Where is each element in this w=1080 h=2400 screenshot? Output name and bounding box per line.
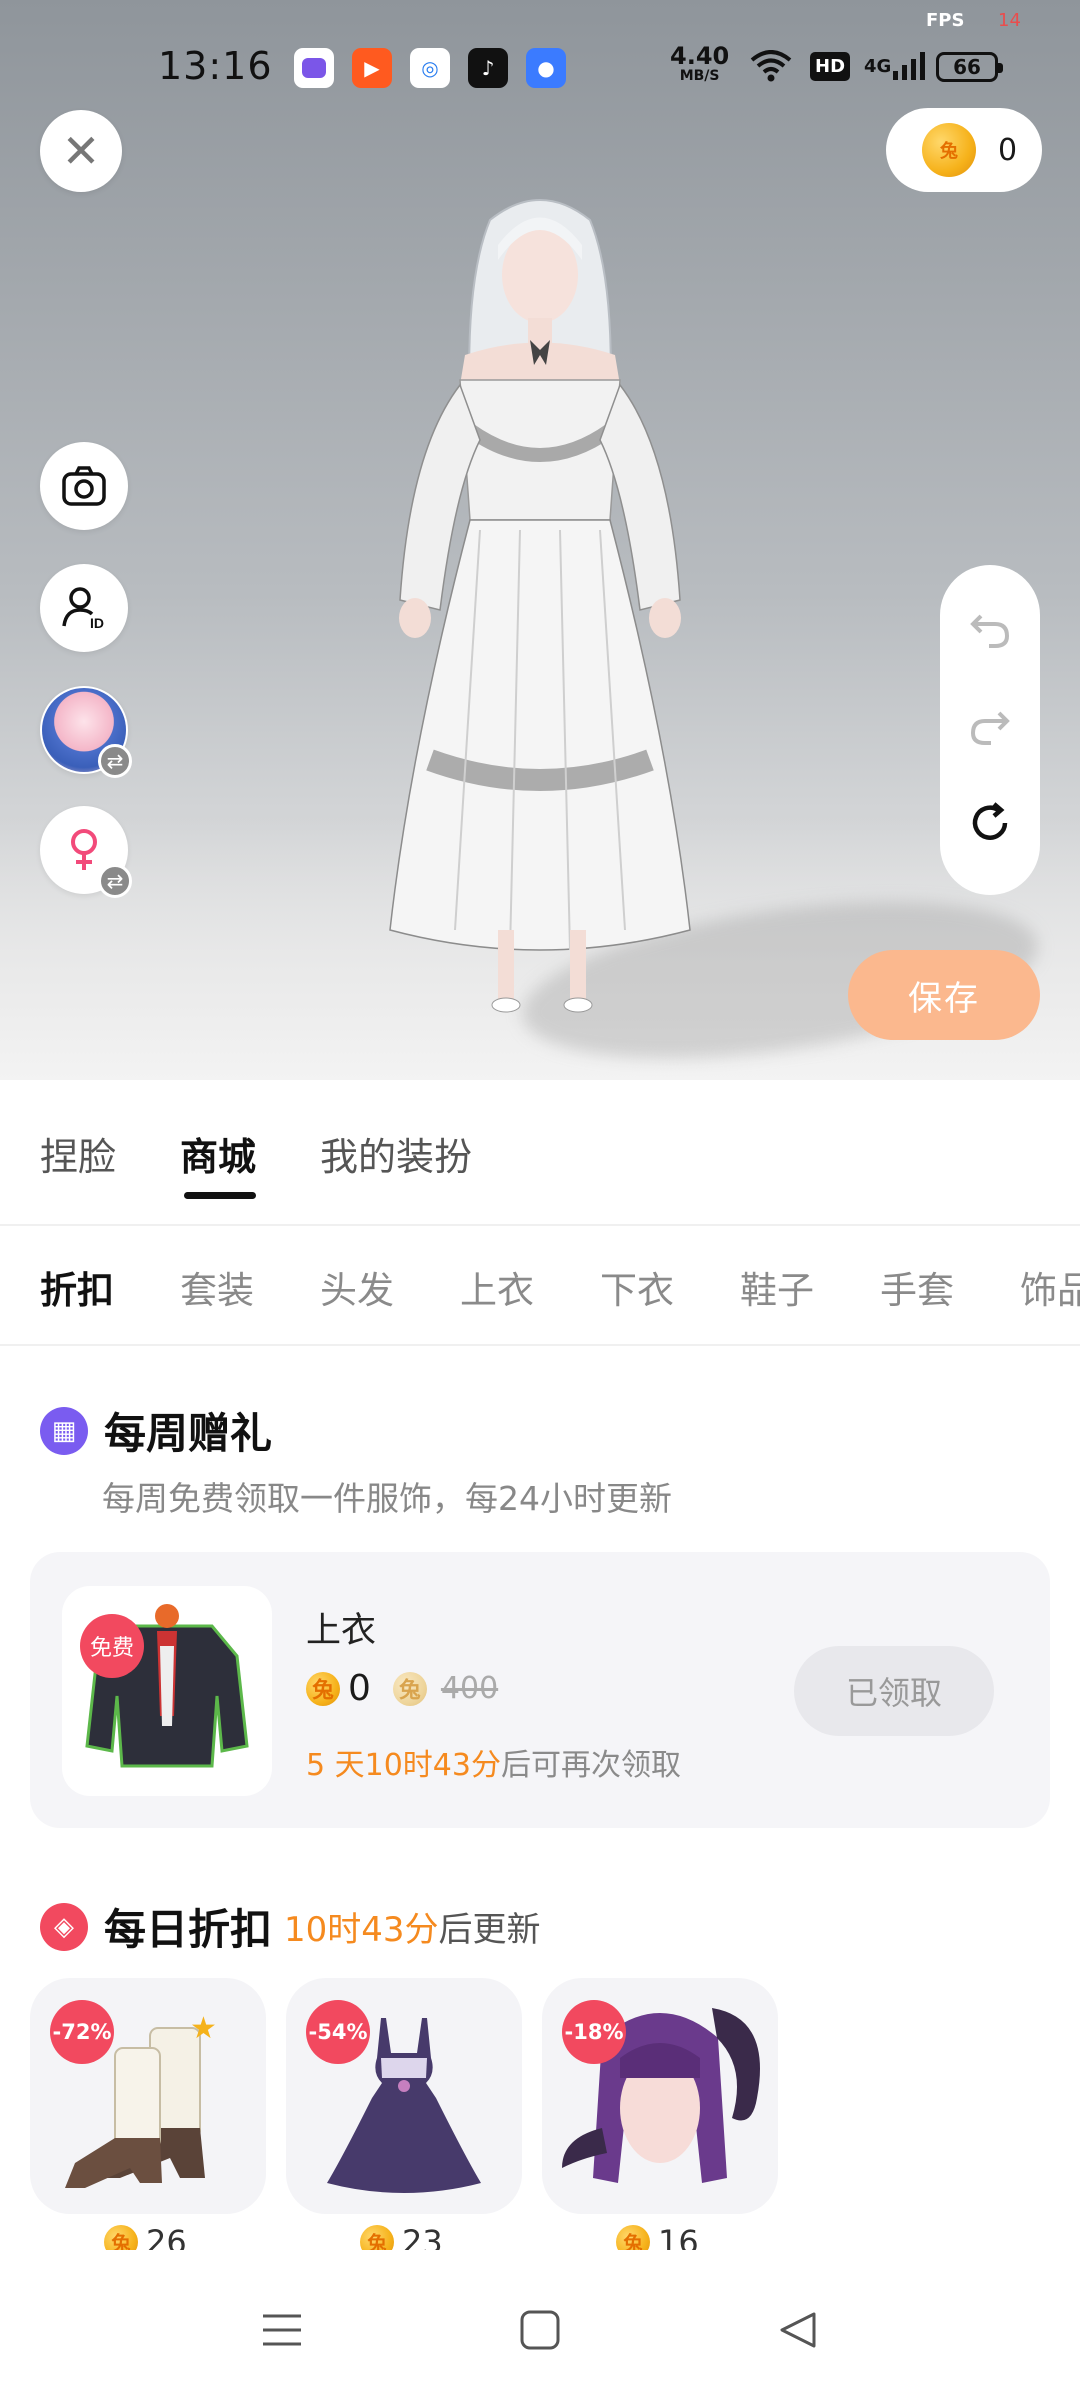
svg-text:★: ★ xyxy=(190,2011,217,2046)
weekly-gift-subtitle: 每周免费领取一件服饰，每24小时更新 xyxy=(102,1479,672,1518)
back-icon[interactable] xyxy=(768,2300,828,2360)
app-notification-icon xyxy=(294,48,334,88)
avatar-character xyxy=(389,199,691,1013)
category-tab-discount[interactable]: 折扣 xyxy=(40,1260,114,1314)
category-tab-accessories[interactable]: 饰品 xyxy=(1020,1260,1080,1314)
category-tab-gloves[interactable]: 手套 xyxy=(880,1260,954,1314)
coin-icon xyxy=(392,1671,427,1706)
category-tab-tops[interactable]: 上衣 xyxy=(460,1260,534,1314)
reset-icon[interactable] xyxy=(967,800,1013,854)
menu-icon[interactable] xyxy=(252,2300,312,2360)
gift-original-price: 400 xyxy=(440,1671,499,1706)
history-controls xyxy=(940,565,1040,895)
discount-badge: -72% xyxy=(50,2000,114,2064)
redo-icon[interactable] xyxy=(967,703,1013,757)
daily-discount-countdown: 10时43分后更新 xyxy=(284,1910,541,1950)
coin-balance[interactable]: 0 xyxy=(886,108,1042,192)
free-badge: 免费 xyxy=(80,1614,144,1678)
tag-icon: ◈ xyxy=(40,1902,88,1951)
system-nav-bar xyxy=(0,2250,1080,2400)
svg-text:ID: ID xyxy=(90,615,104,631)
category-tab-sets[interactable]: 套装 xyxy=(180,1260,254,1314)
jacket-item-image: 免费 xyxy=(62,1586,272,1796)
switch-gender-button[interactable]: ⇄ xyxy=(40,806,132,898)
coin-icon xyxy=(306,1671,340,1706)
search-app-notification-icon: ◎ xyxy=(410,48,450,88)
daily-discount-header: ◈ 每日折扣 10时43分后更新 xyxy=(40,1896,541,1957)
close-button[interactable]: ✕ xyxy=(40,110,122,192)
discount-badge: -18% xyxy=(562,2000,626,2064)
fps-value: 14 xyxy=(998,10,1021,31)
swap-icon: ⇄ xyxy=(98,744,132,778)
close-icon: ✕ xyxy=(61,124,101,178)
undo-icon[interactable] xyxy=(967,606,1013,660)
weekly-gift-header: ▦ 每周赠礼 xyxy=(40,1400,272,1461)
category-tabs: 折扣 套装 头发 上衣 下衣 鞋子 手套 饰品 xyxy=(0,1226,1080,1346)
chat-app-notification-icon: ● xyxy=(526,48,566,88)
weekly-gift-card[interactable]: 免费 上衣 0 400 5 天10时43分后可再次领取 已领取 xyxy=(30,1552,1050,1828)
fps-label: FPS xyxy=(926,10,965,31)
tab-shop[interactable]: 商城 xyxy=(180,1126,256,1181)
swap-icon: ⇄ xyxy=(98,864,132,898)
active-tab-indicator xyxy=(184,1192,256,1199)
category-tab-bottoms[interactable]: 下衣 xyxy=(600,1260,674,1314)
person-id-icon: ID xyxy=(62,587,104,631)
switch-avatar-button[interactable]: ⇄ xyxy=(40,686,132,778)
save-button[interactable]: 保存 xyxy=(848,950,1040,1040)
discount-badge: -54% xyxy=(306,2000,370,2064)
avatar-id-button[interactable]: ID xyxy=(40,564,128,652)
category-tab-shoes[interactable]: 鞋子 xyxy=(740,1260,814,1314)
clock: 13:16 xyxy=(158,44,273,88)
gift-current-price: 0 xyxy=(348,1668,371,1709)
gift-icon: ▦ xyxy=(40,1406,88,1455)
tab-my-outfits[interactable]: 我的装扮 xyxy=(320,1126,472,1181)
claimed-button[interactable]: 已领取 xyxy=(794,1646,994,1736)
camera-icon xyxy=(62,466,106,506)
category-tab-hair[interactable]: 头发 xyxy=(320,1260,394,1314)
battery-icon: 66 xyxy=(936,52,1003,82)
tiktok-notification-icon: ♪ xyxy=(468,48,508,88)
deal-item-hair[interactable]: -18% xyxy=(542,1978,778,2214)
deal-item-boots[interactable]: ★ -72% xyxy=(30,1978,266,2214)
weekly-gift-title: 每周赠礼 xyxy=(104,1409,273,1458)
deal-item-dress[interactable]: -54% xyxy=(286,1978,522,2214)
home-icon[interactable] xyxy=(510,2300,570,2360)
network-speed: 4.40 MB/S xyxy=(670,42,730,84)
signal-icon: 4G xyxy=(864,48,927,84)
camera-button[interactable] xyxy=(40,442,128,530)
kuaishou-notification-icon: ▶ xyxy=(352,48,392,88)
coin-icon xyxy=(922,123,976,177)
gift-countdown: 5 天10时43分后可再次领取 xyxy=(306,1748,681,1783)
coin-count: 0 xyxy=(998,132,1018,168)
gift-item-name: 上衣 xyxy=(306,1611,377,1651)
gift-price: 0 400 xyxy=(306,1668,498,1709)
tab-face[interactable]: 捏脸 xyxy=(40,1126,116,1181)
main-tabs: 捏脸 商城 我的装扮 xyxy=(0,1080,1080,1226)
hd-icon: HD xyxy=(810,48,851,84)
wifi-icon xyxy=(750,48,792,84)
daily-discount-title: 每日折扣 xyxy=(104,1905,273,1954)
